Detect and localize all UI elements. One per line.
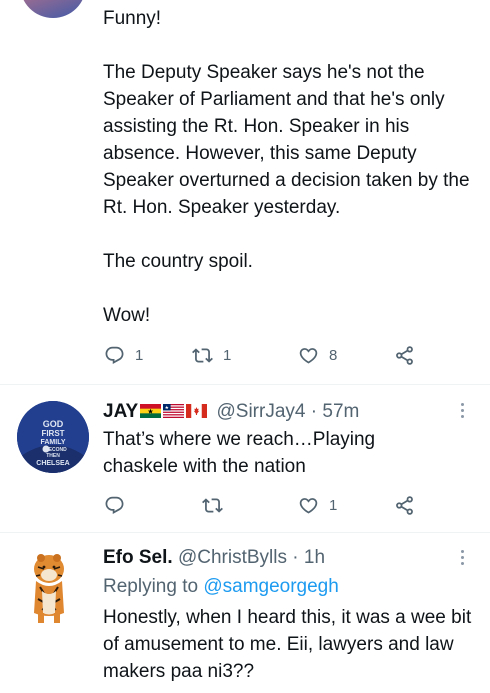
avatar-line-1: GOD [43, 419, 64, 429]
ghana-flag-icon [140, 404, 162, 418]
share-icon [394, 495, 415, 516]
like-count: 1 [329, 496, 338, 514]
share-button[interactable] [394, 342, 415, 368]
tweet-header: Efo Sel. @ChristBylls · 1h [103, 544, 325, 571]
avatar[interactable] [18, 547, 80, 627]
more-icon [461, 550, 464, 553]
reply-button[interactable] [104, 492, 135, 518]
like-icon [298, 345, 319, 366]
avatar-line-5: THEN [46, 453, 60, 459]
tiger-image [34, 554, 64, 623]
retweet-icon [192, 345, 213, 366]
avatar-image: GOD FIRST FAMILY SECOND THEN CHELSEA [17, 401, 89, 473]
avatar-line-6: CHELSEA [36, 460, 69, 467]
display-name[interactable]: Efo Sel. [103, 547, 173, 568]
avatar-line-3: FAMILY [40, 439, 65, 446]
avatar-line-2: FIRST [41, 429, 64, 438]
tweet-text: That’s where we reach…Playing chaskele w… [103, 429, 381, 477]
timestamp[interactable]: 1h [304, 547, 325, 568]
share-icon [394, 345, 415, 366]
display-name[interactable]: JAY [103, 401, 138, 422]
reply-count: 1 [135, 346, 144, 364]
username[interactable]: @ChristBylls [178, 547, 287, 568]
reply-button[interactable]: 1 [104, 342, 143, 368]
reply-icon [104, 495, 125, 516]
tweet-3[interactable]: Efo Sel. @ChristBylls · 1h Replying to @… [0, 533, 490, 693]
retweet-count: 1 [223, 346, 232, 364]
canada-flag-icon [186, 404, 208, 418]
tweet-text: Funny! The Deputy Speaker says he's not … [103, 8, 470, 326]
share-button[interactable] [394, 492, 415, 518]
retweet-button[interactable] [202, 492, 233, 518]
replying-to-label: Replying to [103, 576, 199, 597]
tweet-actions: 1 [104, 492, 434, 518]
like-button[interactable]: 1 [298, 492, 337, 518]
tweet-header: JAY @SirrJay4 · 57m [103, 398, 359, 425]
like-button[interactable]: 8 [298, 342, 337, 368]
timestamp[interactable]: 57m [322, 401, 359, 422]
retweet-button[interactable]: 1 [192, 342, 231, 368]
more-options-button[interactable] [460, 550, 466, 568]
tweet-actions: 1 1 8 [104, 342, 434, 368]
avatar[interactable]: GOD FIRST FAMILY SECOND THEN CHELSEA [17, 401, 89, 473]
replying-to-link[interactable]: @samgeorgegh [203, 576, 338, 597]
more-options-button[interactable] [460, 403, 466, 421]
like-icon [298, 495, 319, 516]
tweet-1[interactable]: Funny! The Deputy Speaker says he's not … [0, 0, 490, 384]
avatar[interactable] [20, 0, 86, 18]
username[interactable]: @SirrJay4 [217, 401, 306, 422]
reply-icon [104, 345, 125, 366]
tweet-2[interactable]: GOD FIRST FAMILY SECOND THEN CHELSEA JAY… [0, 385, 490, 532]
liberia-flag-icon [163, 404, 185, 418]
separator-dot: · [292, 547, 299, 568]
separator-dot: · [310, 401, 318, 422]
tweet-text: Honestly, when I heard this, it was a we… [103, 607, 477, 682]
retweet-icon [202, 495, 223, 516]
like-count: 8 [329, 346, 338, 364]
replying-to: Replying to @samgeorgegh [103, 573, 339, 600]
more-icon [461, 403, 464, 406]
